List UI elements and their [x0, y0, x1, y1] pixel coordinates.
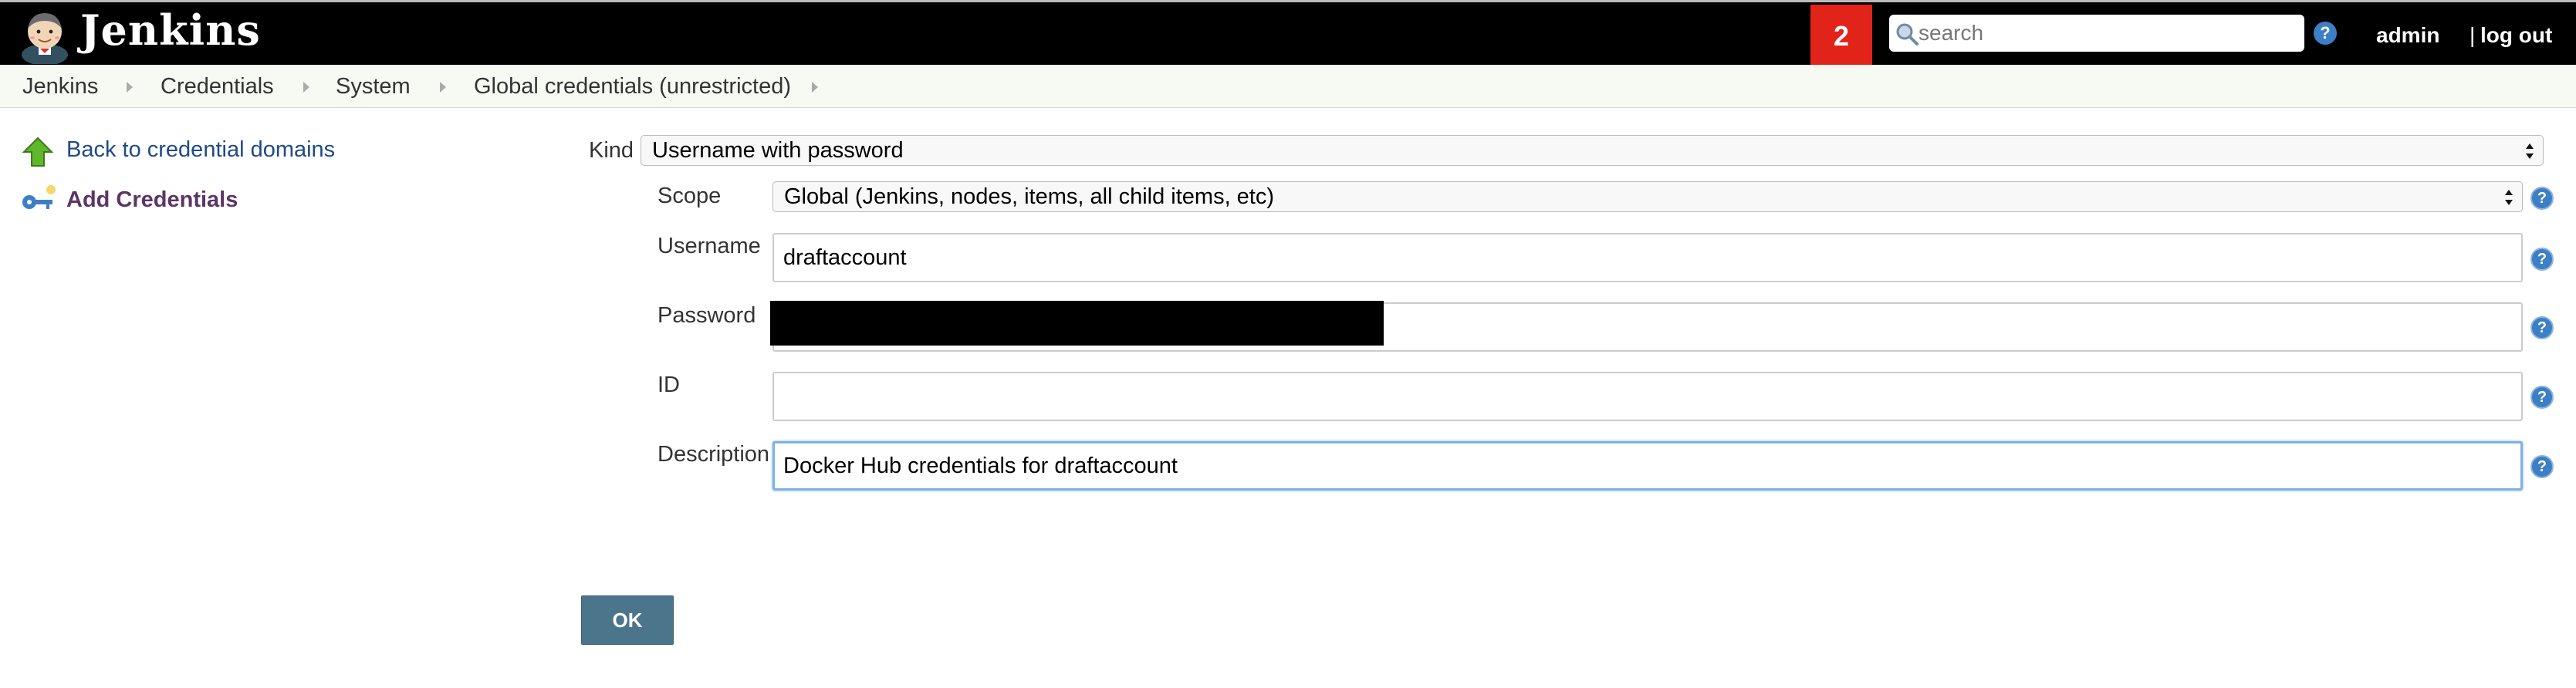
select-arrows-icon	[2505, 190, 2513, 205]
kind-label: Kind	[589, 138, 634, 163]
top-header: Jenkins 2 ? admin | log out	[0, 0, 2576, 67]
breadcrumb-system[interactable]: System	[336, 74, 411, 99]
search-input[interactable]	[1918, 18, 2297, 49]
green-up-arrow-icon[interactable]	[22, 136, 54, 168]
password-help-icon[interactable]: ?	[2530, 316, 2554, 339]
kind-select[interactable]: Username with password	[641, 135, 2544, 166]
jenkins-butler-icon[interactable]	[17, 7, 73, 64]
logout-link[interactable]: log out	[2480, 23, 2552, 48]
scope-help-icon[interactable]: ?	[2530, 187, 2554, 210]
scope-label: Scope	[658, 184, 722, 208]
kind-select-value: Username with password	[652, 138, 904, 163]
username-label: Username	[658, 234, 761, 258]
description-help-icon[interactable]: ?	[2530, 455, 2554, 478]
back-to-credential-domains-link[interactable]: Back to credential domains	[66, 137, 335, 163]
breadcrumb-jenkins[interactable]: Jenkins	[22, 74, 98, 99]
scope-select[interactable]: Global (Jenkins, nodes, items, all child…	[772, 181, 2523, 212]
breadcrumb-credentials[interactable]: Credentials	[161, 74, 274, 99]
breadcrumb-arrow-icon[interactable]	[440, 82, 446, 93]
id-label: ID	[658, 373, 680, 397]
add-credentials-link[interactable]: Add Credentials	[66, 187, 238, 213]
username-help-icon[interactable]: ?	[2530, 248, 2554, 271]
magnifier-icon	[1896, 23, 1918, 46]
user-link[interactable]: admin	[2376, 23, 2439, 48]
notification-badge[interactable]: 2	[1810, 5, 1872, 67]
password-label: Password	[658, 303, 756, 328]
logout-separator: |	[2470, 23, 2476, 47]
id-help-icon[interactable]: ?	[2530, 386, 2554, 409]
breadcrumb-global-credentials[interactable]: Global credentials (unrestricted)	[474, 74, 791, 99]
breadcrumb-arrow-icon[interactable]	[812, 82, 818, 93]
password-redaction	[770, 301, 1384, 346]
ok-button[interactable]: OK	[581, 595, 674, 645]
search-box	[1889, 15, 2304, 52]
scope-select-value: Global (Jenkins, nodes, items, all child…	[784, 184, 1275, 209]
description-input[interactable]: Docker Hub credentials for draftaccount	[772, 441, 2523, 491]
key-icon[interactable]	[20, 184, 56, 218]
help-icon[interactable]: ?	[2314, 22, 2337, 45]
description-label: Description	[658, 442, 770, 467]
breadcrumb-arrow-icon[interactable]	[127, 82, 133, 93]
jenkins-logo-text[interactable]: Jenkins	[80, 5, 261, 55]
id-input[interactable]	[772, 372, 2523, 421]
breadcrumb: Jenkins Credentials System Global creden…	[0, 65, 2576, 108]
select-arrows-icon	[2526, 143, 2534, 159]
username-input[interactable]: draftaccount	[772, 233, 2523, 282]
breadcrumb-arrow-icon[interactable]	[303, 82, 309, 93]
